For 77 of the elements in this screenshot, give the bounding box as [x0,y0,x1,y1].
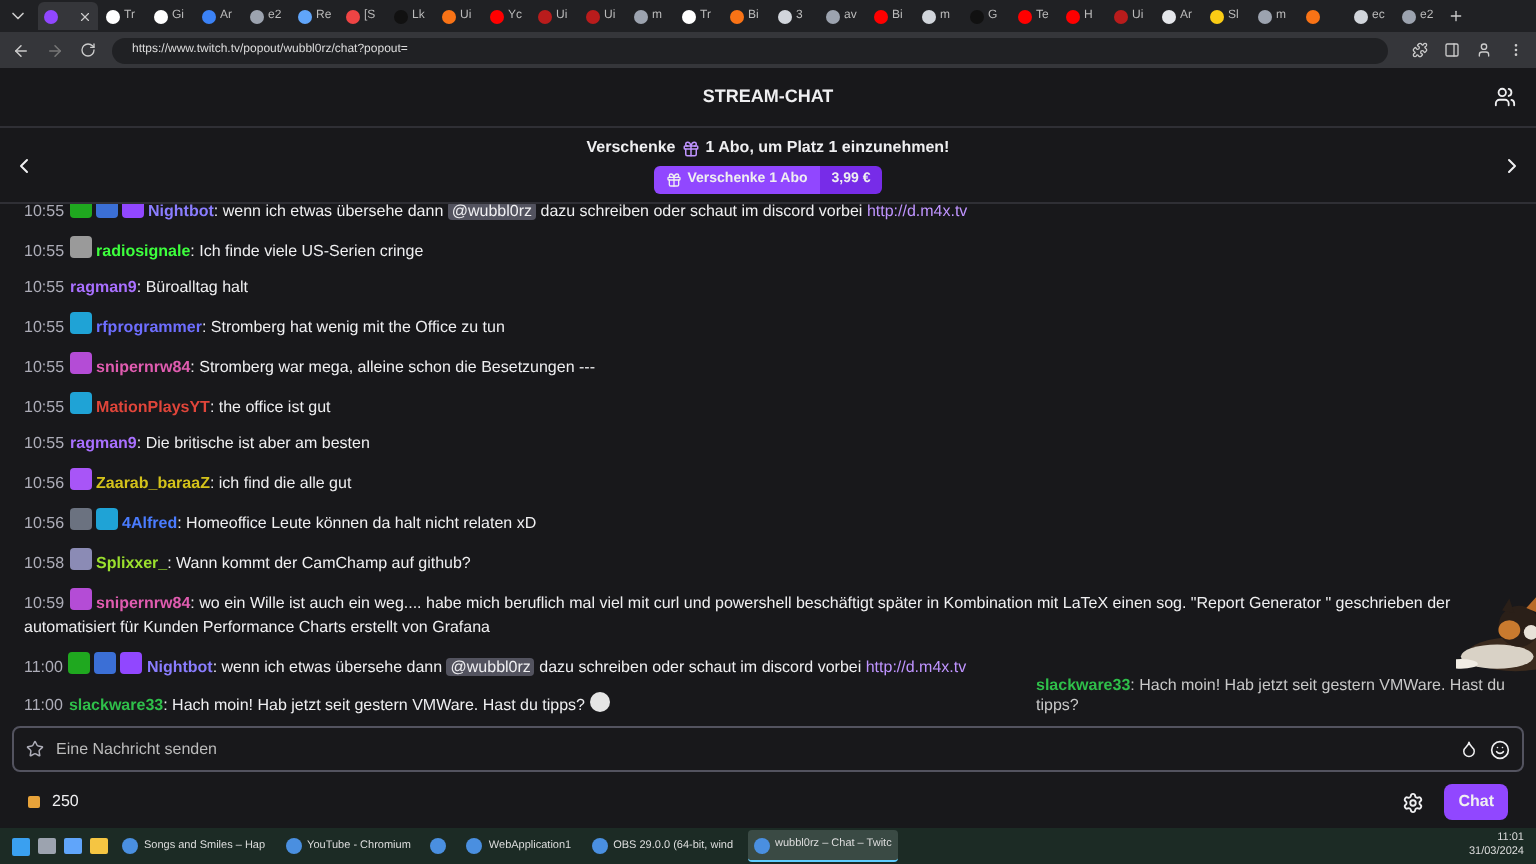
timestamp: 10:55 [24,242,65,260]
timestamp: 10:56 [24,514,65,532]
timestamp: 10:55 [24,204,65,220]
message-text: : Wann kommt der CamChamp auf github? [167,554,471,572]
timestamp: 10:55 [24,398,65,416]
extension-icon[interactable] [1412,42,1428,58]
username[interactable]: slackware33 [68,696,164,714]
app-icon [753,837,770,853]
username[interactable]: snipernrw84 [96,358,191,376]
message-text: : Stromberg hat wenig mit the Office zu tun [201,318,505,336]
message-text: : Büroalltag halt [136,278,248,296]
side-panel-icon[interactable] [1444,42,1460,58]
gift-icon [665,172,682,188]
timestamp: 10:55 [24,434,65,452]
username[interactable]: ragman9 [70,278,137,296]
message-link[interactable]: http://d.m4x.tv [865,658,967,676]
star-icon[interactable] [26,740,44,758]
gift-prompt-text: Verschenke [586,136,676,160]
message-input[interactable]: Eine Nachricht senden [56,737,656,761]
gift-prompt-text: 1 Abo, um Platz 1 einzunehmen! [705,136,950,160]
community-icon[interactable] [1494,86,1516,108]
message-text: : Hach moin! Hab jetzt seit gestern VMWare. Hast du tipps? [163,696,587,714]
mention-chip[interactable]: @wubbl0rz [446,658,535,676]
back-icon[interactable] [12,41,30,59]
channel-points-icon[interactable] [28,796,40,808]
app-icon [591,838,608,854]
message-text: : the office ist gut [209,398,331,416]
username[interactable]: Splixxer_ [96,554,168,572]
emote-picker-icon[interactable] [1490,739,1510,759]
timestamp: 10:58 [24,554,65,572]
overlay-message: slackware33: Hach moin! Hab jetzt seit gestern VMWare. Hast du tipps? [1036,676,1507,716]
app-icon [466,838,483,854]
points-count: 250 [52,790,79,814]
username[interactable]: MationPlaysYT [96,398,210,416]
emote-icon [589,692,610,712]
app-icon [122,838,138,854]
app-icon [430,838,447,854]
message-text: : ich find die alle gut [209,474,352,492]
username[interactable]: Nightbot [146,658,213,676]
timestamp: 10:56 [24,474,65,492]
message-text: dazu schreiben oder schaut im discord vorbei [538,204,865,220]
message-text: dazu schreiben oder schaut im discord vorbei [537,658,864,676]
app-icon [285,838,302,854]
close-icon[interactable] [78,9,92,23]
message-text: automatisiert für Kunden Performance Charts erstellt von Grafana [24,616,492,640]
start-icon[interactable] [12,837,30,855]
message-text: : wenn ich etwas übersehe dann [213,204,446,220]
mention-chip[interactable]: @wubbl0rz [447,204,537,220]
timestamp: 10:59 [24,594,65,612]
timestamp: 11:00 [24,658,63,676]
new-tab-icon[interactable] [1448,8,1464,24]
message-text: : wo ein Wille ist auch ein weg.... habe mich beruflich mal viel mit curl und powershell beschäftigt später in Kombination mit LaTeX einen sog. "Report Generator " geschrieben der [190,594,1451,612]
message-text: : Die britische ist aber am besten [136,434,370,452]
gift-icon [681,139,700,157]
message-text: : Ich finde viele US-Serien cringe [190,242,424,260]
username[interactable]: snipernrw84 [96,594,191,612]
username[interactable]: Zaarab_baraaZ [96,474,210,492]
chat-title: STREAM-CHAT [702,83,834,110]
message-link[interactable]: http://d.m4x.tv [866,204,968,220]
profile-icon[interactable] [1476,42,1492,58]
settings-icon[interactable] [1402,791,1425,813]
timestamp: 10:55 [24,318,65,336]
username[interactable]: Nightbot [148,204,214,220]
bits-icon[interactable] [1460,740,1478,758]
message-text: : wenn ich etwas übersehe dann [212,658,445,676]
username[interactable]: 4Alfred [122,514,178,532]
username[interactable]: rfprogrammer [96,318,202,336]
timestamp: 10:55 [24,358,65,376]
message-text: : Homeoffice Leute können da halt nicht relaten xD [177,514,537,532]
timestamp: 10:55 [24,278,65,296]
timestamp: 11:00 [24,696,63,714]
forward-icon[interactable] [46,41,64,59]
username[interactable]: ragman9 [70,434,137,452]
username[interactable]: radiosignale [96,242,191,260]
chat-button[interactable]: Chat [1444,784,1508,820]
message-text: : Stromberg war mega, alleine schon die Besetzungen --- [190,358,595,376]
reload-icon[interactable] [80,42,96,58]
